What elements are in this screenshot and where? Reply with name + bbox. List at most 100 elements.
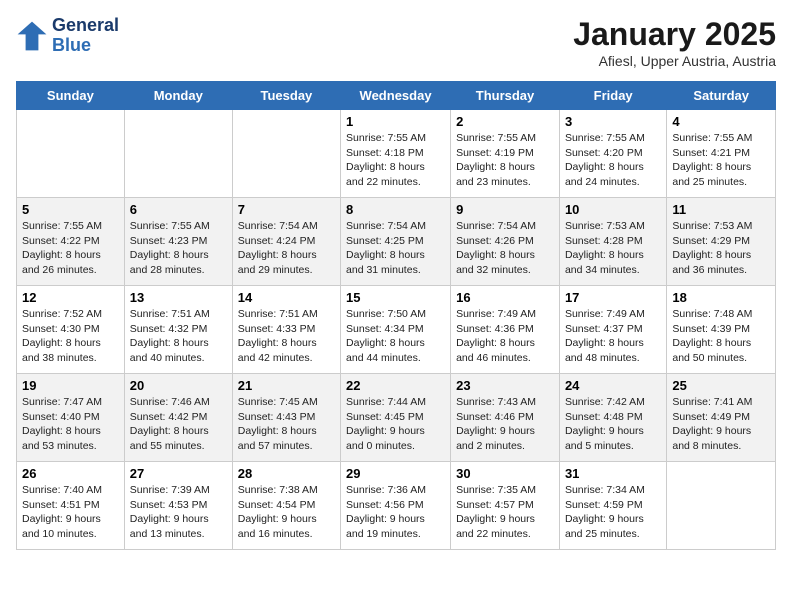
calendar-body: 1 Sunrise: 7:55 AM Sunset: 4:18 PM Daylig… bbox=[17, 110, 776, 550]
title-block: January 2025 Afiesl, Upper Austria, Aust… bbox=[573, 16, 776, 69]
calendar-row-1: 5Sunrise: 7:55 AM Sunset: 4:22 PM Daylig… bbox=[17, 198, 776, 286]
calendar-cell: 11Sunrise: 7:53 AM Sunset: 4:29 PM Dayli… bbox=[667, 198, 776, 286]
cell-content: Sunrise: 7:51 AM Sunset: 4:32 PM Dayligh… bbox=[130, 307, 227, 366]
day-number: 20 bbox=[130, 378, 227, 393]
calendar-cell bbox=[124, 110, 232, 198]
page-header: General Blue January 2025 Afiesl, Upper … bbox=[16, 16, 776, 69]
cell-content: Sunrise: 7:45 AM Sunset: 4:43 PM Dayligh… bbox=[238, 395, 335, 454]
header-cell-monday: Monday bbox=[124, 82, 232, 110]
calendar-cell: 9 Sunrise: 7:54 AM Sunset: 4:26 PM Daylig… bbox=[451, 198, 560, 286]
calendar-row-2: 12 Sunrise: 7:52 AM Sunset: 4:30 PM Dayli… bbox=[17, 286, 776, 374]
cell-content: Sunrise: 7:55 AM Sunset: 4:22 PM Dayligh… bbox=[22, 219, 119, 278]
day-number: 24 bbox=[565, 378, 661, 393]
logo-text-blue: Blue bbox=[52, 36, 119, 56]
calendar-cell: 13Sunrise: 7:51 AM Sunset: 4:32 PM Dayli… bbox=[124, 286, 232, 374]
header-row: SundayMondayTuesdayWednesdayThursdayFrid… bbox=[17, 82, 776, 110]
day-number: 1 bbox=[346, 114, 445, 129]
cell-content: Sunrise: 7:42 AM Sunset: 4:48 PM Dayligh… bbox=[565, 395, 661, 454]
calendar-cell: 27 Sunrise: 7:39 AM Sunset: 4:53 PM Dayli… bbox=[124, 462, 232, 550]
calendar-cell: 12 Sunrise: 7:52 AM Sunset: 4:30 PM Dayli… bbox=[17, 286, 125, 374]
day-number: 16 bbox=[456, 290, 554, 305]
calendar-cell: 29Sunrise: 7:36 AM Sunset: 4:56 PM Dayli… bbox=[341, 462, 451, 550]
day-number: 17 bbox=[565, 290, 661, 305]
cell-content: Sunrise: 7:53 AM Sunset: 4:29 PM Dayligh… bbox=[672, 219, 770, 278]
day-number: 30 bbox=[456, 466, 554, 481]
day-number: 23 bbox=[456, 378, 554, 393]
calendar-cell: 21 Sunrise: 7:45 AM Sunset: 4:43 PM Dayli… bbox=[232, 374, 340, 462]
cell-content: Sunrise: 7:49 AM Sunset: 4:36 PM Dayligh… bbox=[456, 307, 554, 366]
cell-content: Sunrise: 7:48 AM Sunset: 4:39 PM Dayligh… bbox=[672, 307, 770, 366]
calendar-cell: 19Sunrise: 7:47 AM Sunset: 4:40 PM Dayli… bbox=[17, 374, 125, 462]
day-number: 25 bbox=[672, 378, 770, 393]
cell-content: Sunrise: 7:34 AM Sunset: 4:59 PM Dayligh… bbox=[565, 483, 661, 542]
calendar-table: SundayMondayTuesdayWednesdayThursdayFrid… bbox=[16, 81, 776, 550]
calendar-cell: 6Sunrise: 7:55 AM Sunset: 4:23 PM Daylig… bbox=[124, 198, 232, 286]
day-number: 8 bbox=[346, 202, 445, 217]
calendar-cell: 10 Sunrise: 7:53 AM Sunset: 4:28 PM Dayli… bbox=[559, 198, 666, 286]
day-number: 19 bbox=[22, 378, 119, 393]
calendar-cell: 30 Sunrise: 7:35 AM Sunset: 4:57 PM Dayli… bbox=[451, 462, 560, 550]
cell-content: Sunrise: 7:54 AM Sunset: 4:24 PM Dayligh… bbox=[238, 219, 335, 278]
cell-content: Sunrise: 7:38 AM Sunset: 4:54 PM Dayligh… bbox=[238, 483, 335, 542]
day-number: 7 bbox=[238, 202, 335, 217]
calendar-cell: 15Sunrise: 7:50 AM Sunset: 4:34 PM Dayli… bbox=[341, 286, 451, 374]
calendar-cell: 7 Sunrise: 7:54 AM Sunset: 4:24 PM Daylig… bbox=[232, 198, 340, 286]
calendar-cell: 8 Sunrise: 7:54 AM Sunset: 4:25 PM Daylig… bbox=[341, 198, 451, 286]
cell-content: Sunrise: 7:55 AM Sunset: 4:21 PM Dayligh… bbox=[672, 131, 770, 190]
calendar-cell: 28 Sunrise: 7:38 AM Sunset: 4:54 PM Dayli… bbox=[232, 462, 340, 550]
cell-content: Sunrise: 7:55 AM Sunset: 4:18 PM Dayligh… bbox=[346, 131, 445, 190]
day-number: 12 bbox=[22, 290, 119, 305]
calendar-cell: 18Sunrise: 7:48 AM Sunset: 4:39 PM Dayli… bbox=[667, 286, 776, 374]
day-number: 9 bbox=[456, 202, 554, 217]
cell-content: Sunrise: 7:49 AM Sunset: 4:37 PM Dayligh… bbox=[565, 307, 661, 366]
calendar-cell: 3 Sunrise: 7:55 AM Sunset: 4:20 PM Daylig… bbox=[559, 110, 666, 198]
header-cell-thursday: Thursday bbox=[451, 82, 560, 110]
header-cell-sunday: Sunday bbox=[17, 82, 125, 110]
cell-content: Sunrise: 7:55 AM Sunset: 4:23 PM Dayligh… bbox=[130, 219, 227, 278]
calendar-row-0: 1 Sunrise: 7:55 AM Sunset: 4:18 PM Daylig… bbox=[17, 110, 776, 198]
calendar-header: SundayMondayTuesdayWednesdayThursdayFrid… bbox=[17, 82, 776, 110]
day-number: 10 bbox=[565, 202, 661, 217]
day-number: 28 bbox=[238, 466, 335, 481]
logo: General Blue bbox=[16, 16, 119, 56]
cell-content: Sunrise: 7:43 AM Sunset: 4:46 PM Dayligh… bbox=[456, 395, 554, 454]
calendar-cell bbox=[667, 462, 776, 550]
day-number: 26 bbox=[22, 466, 119, 481]
day-number: 27 bbox=[130, 466, 227, 481]
calendar-cell: 24 Sunrise: 7:42 AM Sunset: 4:48 PM Dayli… bbox=[559, 374, 666, 462]
calendar-cell: 5Sunrise: 7:55 AM Sunset: 4:22 PM Daylig… bbox=[17, 198, 125, 286]
cell-content: Sunrise: 7:53 AM Sunset: 4:28 PM Dayligh… bbox=[565, 219, 661, 278]
cell-content: Sunrise: 7:35 AM Sunset: 4:57 PM Dayligh… bbox=[456, 483, 554, 542]
cell-content: Sunrise: 7:44 AM Sunset: 4:45 PM Dayligh… bbox=[346, 395, 445, 454]
cell-content: Sunrise: 7:50 AM Sunset: 4:34 PM Dayligh… bbox=[346, 307, 445, 366]
calendar-cell: 4 Sunrise: 7:55 AM Sunset: 4:21 PM Daylig… bbox=[667, 110, 776, 198]
day-number: 4 bbox=[672, 114, 770, 129]
cell-content: Sunrise: 7:40 AM Sunset: 4:51 PM Dayligh… bbox=[22, 483, 119, 542]
cell-content: Sunrise: 7:51 AM Sunset: 4:33 PM Dayligh… bbox=[238, 307, 335, 366]
page-title: January 2025 bbox=[573, 16, 776, 53]
page-subtitle: Afiesl, Upper Austria, Austria bbox=[573, 53, 776, 69]
cell-content: Sunrise: 7:36 AM Sunset: 4:56 PM Dayligh… bbox=[346, 483, 445, 542]
day-number: 3 bbox=[565, 114, 661, 129]
calendar-cell: 16 Sunrise: 7:49 AM Sunset: 4:36 PM Dayli… bbox=[451, 286, 560, 374]
cell-content: Sunrise: 7:46 AM Sunset: 4:42 PM Dayligh… bbox=[130, 395, 227, 454]
calendar-cell bbox=[17, 110, 125, 198]
day-number: 21 bbox=[238, 378, 335, 393]
cell-content: Sunrise: 7:54 AM Sunset: 4:25 PM Dayligh… bbox=[346, 219, 445, 278]
cell-content: Sunrise: 7:39 AM Sunset: 4:53 PM Dayligh… bbox=[130, 483, 227, 542]
header-cell-friday: Friday bbox=[559, 82, 666, 110]
calendar-cell: 25 Sunrise: 7:41 AM Sunset: 4:49 PM Dayli… bbox=[667, 374, 776, 462]
calendar-cell: 2Sunrise: 7:55 AM Sunset: 4:19 PM Daylig… bbox=[451, 110, 560, 198]
header-cell-wednesday: Wednesday bbox=[341, 82, 451, 110]
calendar-row-4: 26 Sunrise: 7:40 AM Sunset: 4:51 PM Dayli… bbox=[17, 462, 776, 550]
calendar-cell: 31Sunrise: 7:34 AM Sunset: 4:59 PM Dayli… bbox=[559, 462, 666, 550]
cell-content: Sunrise: 7:41 AM Sunset: 4:49 PM Dayligh… bbox=[672, 395, 770, 454]
header-cell-tuesday: Tuesday bbox=[232, 82, 340, 110]
logo-text-general: General bbox=[52, 16, 119, 36]
cell-content: Sunrise: 7:55 AM Sunset: 4:20 PM Dayligh… bbox=[565, 131, 661, 190]
cell-content: Sunrise: 7:55 AM Sunset: 4:19 PM Dayligh… bbox=[456, 131, 554, 190]
cell-content: Sunrise: 7:52 AM Sunset: 4:30 PM Dayligh… bbox=[22, 307, 119, 366]
cell-content: Sunrise: 7:54 AM Sunset: 4:26 PM Dayligh… bbox=[456, 219, 554, 278]
calendar-cell: 1 Sunrise: 7:55 AM Sunset: 4:18 PM Daylig… bbox=[341, 110, 451, 198]
calendar-cell: 22Sunrise: 7:44 AM Sunset: 4:45 PM Dayli… bbox=[341, 374, 451, 462]
